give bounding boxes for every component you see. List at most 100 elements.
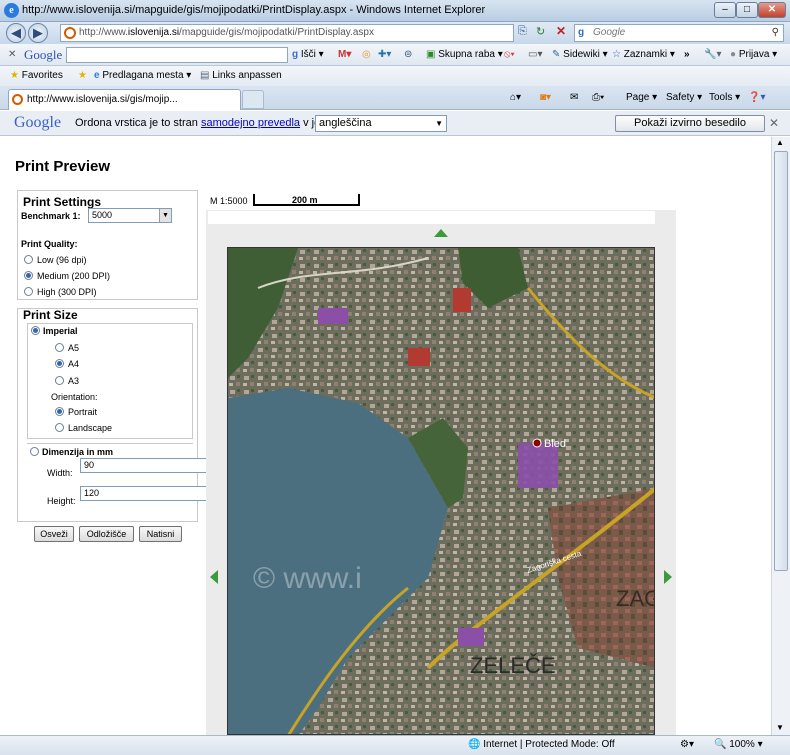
help-icon[interactable]: ❓▾	[748, 90, 765, 106]
favorites-star-icon: ★	[10, 70, 19, 81]
quality-label: Print Quality:	[21, 239, 78, 249]
scroll-up-icon[interactable]: ▲	[776, 138, 784, 147]
tools-menu[interactable]: Tools ▾	[709, 90, 740, 106]
vertical-scrollbar[interactable]: ▲ ▼	[771, 137, 790, 735]
zoom-label: 100%	[729, 739, 755, 750]
protected-mode-icon[interactable]: ⚙▾	[680, 737, 694, 753]
quality-medium-radio[interactable]	[24, 271, 33, 280]
pan-right-arrow-icon[interactable]	[664, 570, 672, 584]
spinner-icon[interactable]: ◎	[362, 47, 371, 63]
imperial-group: Imperial A5 A4 A3 Orientation: Portrait …	[27, 323, 193, 439]
paper-a5-radio[interactable]	[55, 343, 64, 352]
refresh-icon[interactable]: ↻	[536, 25, 545, 38]
print-size-panel: Print Size Imperial A5 A4 A3 Orientation…	[17, 308, 217, 522]
page-menu[interactable]: Page ▾	[626, 90, 657, 106]
gmail-icon[interactable]: M▾	[338, 47, 351, 63]
share-button[interactable]: ▣ Skupna raba ▾	[426, 47, 503, 63]
wrench-icon[interactable]: 🔧▾	[704, 47, 721, 63]
feeds-icon[interactable]: ◙▾	[540, 90, 551, 106]
favorites-button[interactable]: ★ Favorites	[10, 68, 63, 84]
benchmark-select[interactable]: 5000 ▼	[88, 208, 172, 223]
add-favorite-icon[interactable]: ★	[78, 68, 87, 84]
search-input[interactable]: g Google ⚲	[574, 24, 784, 42]
page-icon: ▤	[200, 70, 210, 81]
minimize-button[interactable]: –	[714, 2, 736, 18]
tab-current[interactable]: http://www.islovenija.si/gis/mojip...	[8, 89, 241, 110]
refresh-button[interactable]: Osveži	[34, 526, 74, 542]
width-input[interactable]: 90	[80, 458, 217, 473]
benchmark-label: Benchmark 1:	[21, 211, 81, 221]
search-placeholder: Google	[593, 27, 626, 38]
new-tab-button[interactable]	[242, 90, 264, 109]
maximize-button[interactable]: □	[736, 2, 758, 18]
dropdown-arrow-icon: ▼	[435, 119, 443, 128]
back-button[interactable]: ◀	[6, 23, 26, 43]
zone-label: Internet | Protected Mode: Off	[483, 739, 615, 750]
dimension-label: Dimenzija in mm	[42, 447, 114, 457]
mail-icon[interactable]: ✉	[570, 90, 578, 106]
sidewiki-button[interactable]: ✎ Sidewiki ▾	[552, 47, 608, 63]
star-icon: ☆	[612, 49, 621, 60]
benchmark-value: 5000	[92, 210, 113, 220]
map-image[interactable]: Bled © www.i Zagoriška cesta ZELEČE ZAG	[227, 247, 655, 735]
imperial-label: Imperial	[43, 326, 78, 336]
orientation-portrait-radio[interactable]	[55, 407, 64, 416]
translate-icon[interactable]: ⊜	[404, 47, 412, 63]
dimension-group: Dimenzija in mm Width: 90 Height: 120	[27, 443, 217, 519]
scale-label: M 1:5000	[210, 196, 248, 206]
watermark-text: © www.i	[253, 562, 362, 595]
print-button[interactable]: Natisni	[139, 526, 182, 542]
page-title: Print Preview	[15, 158, 111, 175]
close-window-button[interactable]: ✕	[758, 2, 786, 18]
suggested-sites-button[interactable]: e Predlagana mesta ▾	[94, 68, 191, 84]
tab-site-icon	[12, 94, 23, 105]
toolbar-close-icon[interactable]: ✕	[8, 47, 16, 63]
tab-bar: http://www.islovenija.si/gis/mojip... ⌂▾…	[0, 86, 790, 110]
orientation-landscape-label: Landscape	[68, 423, 113, 433]
more-chevron-icon[interactable]: »	[684, 47, 690, 63]
links-button[interactable]: ▤ Links anpassen	[200, 68, 282, 84]
orientation-landscape-radio[interactable]	[55, 423, 64, 432]
translate-message-prefix: Ordona vrstica je to stran	[75, 117, 198, 129]
pan-left-arrow-icon[interactable]	[210, 570, 218, 584]
close-translate-icon[interactable]: ✕	[769, 116, 779, 130]
google-toolbar-logo: Google	[24, 47, 63, 62]
url-field[interactable]: http://www.islovenija.si/mapguide/gis/mo…	[60, 24, 514, 42]
user-icon: ●	[730, 49, 737, 60]
google-search-button[interactable]: g Išči ▾	[292, 47, 324, 63]
zoom-control[interactable]: 🔍 100% ▾	[714, 737, 763, 753]
quality-high-radio[interactable]	[24, 287, 33, 296]
scroll-down-icon[interactable]: ▼	[776, 723, 784, 732]
box-icon[interactable]: ▭▾	[528, 47, 542, 63]
height-input[interactable]: 120	[80, 486, 217, 501]
clipboard-button[interactable]: Odložišče	[79, 526, 134, 542]
scale-bar-label: 200 m	[292, 195, 318, 205]
scroll-thumb[interactable]	[774, 151, 788, 571]
forward-button[interactable]: ▶	[28, 23, 48, 43]
plus-icon[interactable]: ✚▾	[378, 47, 391, 63]
magnifier-icon[interactable]: ⚲	[772, 25, 779, 41]
dimension-radio[interactable]	[30, 447, 39, 456]
home-icon[interactable]: ⌂▾	[510, 90, 521, 106]
paper-a4-radio[interactable]	[55, 359, 64, 368]
pan-up-arrow-icon[interactable]	[434, 229, 448, 237]
compat-view-icon[interactable]: ⎘	[518, 25, 527, 38]
google-toolbar-search-input[interactable]	[66, 47, 288, 63]
safety-menu[interactable]: Safety ▾	[666, 90, 702, 106]
orientation-portrait-label: Portrait	[68, 407, 98, 417]
print-settings-panel: Print Settings Benchmark 1: 5000 ▼ Print …	[17, 190, 198, 300]
signin-button[interactable]: ● Prijava ▾	[730, 47, 777, 63]
stop-icon[interactable]: ✕	[556, 24, 566, 38]
bookmarks-button[interactable]: ☆ Zaznamki ▾	[612, 47, 675, 63]
show-original-button[interactable]: Pokaži izvirno besedilo	[615, 115, 765, 132]
paper-a3-radio[interactable]	[55, 376, 64, 385]
address-bar: ◀ ▶ http://www.islovenija.si/mapguide/gi…	[0, 22, 790, 44]
language-select[interactable]: angleščina ▼	[315, 115, 447, 132]
print-icon[interactable]: ⎙▾	[592, 90, 604, 106]
imperial-radio[interactable]	[31, 326, 40, 335]
translate-link[interactable]: samodejno prevedla	[201, 117, 300, 129]
zone-indicator[interactable]: 🌐 Internet | Protected Mode: Off	[468, 737, 615, 753]
quality-low-radio[interactable]	[24, 255, 33, 264]
blocker-icon[interactable]: ⦸▾	[504, 47, 515, 63]
suggested-sites-icon: e	[94, 70, 100, 81]
